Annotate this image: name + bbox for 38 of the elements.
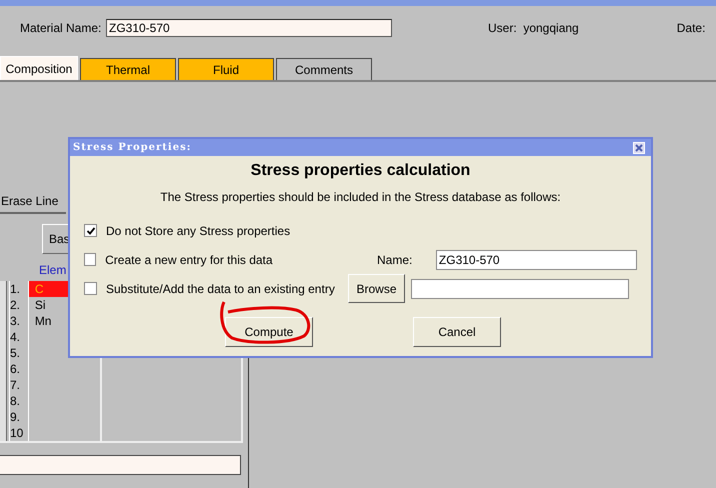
dialog-heading: Stress properties calculation (250, 162, 470, 180)
element-cell[interactable]: Si (28, 297, 55, 313)
entry-field[interactable] (411, 278, 629, 298)
row-number: 6. (10, 361, 21, 377)
name-field[interactable]: ZG310-570 (436, 250, 638, 270)
tab[interactable]: Fluid (178, 58, 274, 80)
elements-heading: Elem (39, 263, 68, 277)
checkbox[interactable] (84, 253, 96, 266)
checkbox[interactable] (84, 282, 97, 295)
row-number: 4. (10, 329, 21, 345)
row-number: 1. (10, 281, 21, 297)
row-number: 2. (10, 297, 21, 313)
material-name-label: Material Name: (20, 21, 102, 35)
element-cell[interactable]: Mn (28, 313, 55, 329)
tab[interactable]: Composition (0, 56, 78, 80)
option-label: Do not Store any Stress properties (106, 224, 292, 238)
row-number: 7. (10, 377, 21, 393)
tab[interactable]: Thermal (80, 58, 176, 80)
browse-button[interactable]: Browse (348, 274, 405, 303)
name-label: Name: (377, 252, 414, 266)
row-number: 9. (10, 409, 21, 425)
user-label: User: yongqiang (488, 21, 579, 35)
row-number: 10 (10, 425, 24, 441)
date-label: Date: (676, 21, 706, 35)
dialog-title: Stress Properties: (73, 142, 192, 153)
material-name-field[interactable]: ZG310-570 (106, 19, 392, 37)
cancel-button[interactable]: Cancel (413, 317, 501, 347)
dialog-description: The Stress properties should be included in the Stress database as follows: (160, 190, 561, 204)
scrollbar[interactable] (0, 281, 7, 441)
row-number: 8. (10, 393, 21, 409)
row-number: 3. (10, 313, 21, 329)
close-icon[interactable] (633, 142, 645, 154)
tab[interactable]: Comments (276, 58, 372, 80)
option-label: Substitute/Add the data to an existing entry (106, 282, 336, 296)
row-number: 5. (10, 345, 21, 361)
option-label: Create a new entry for this data (105, 252, 274, 266)
checkbox[interactable] (84, 224, 97, 237)
input-field[interactable] (0, 455, 241, 475)
